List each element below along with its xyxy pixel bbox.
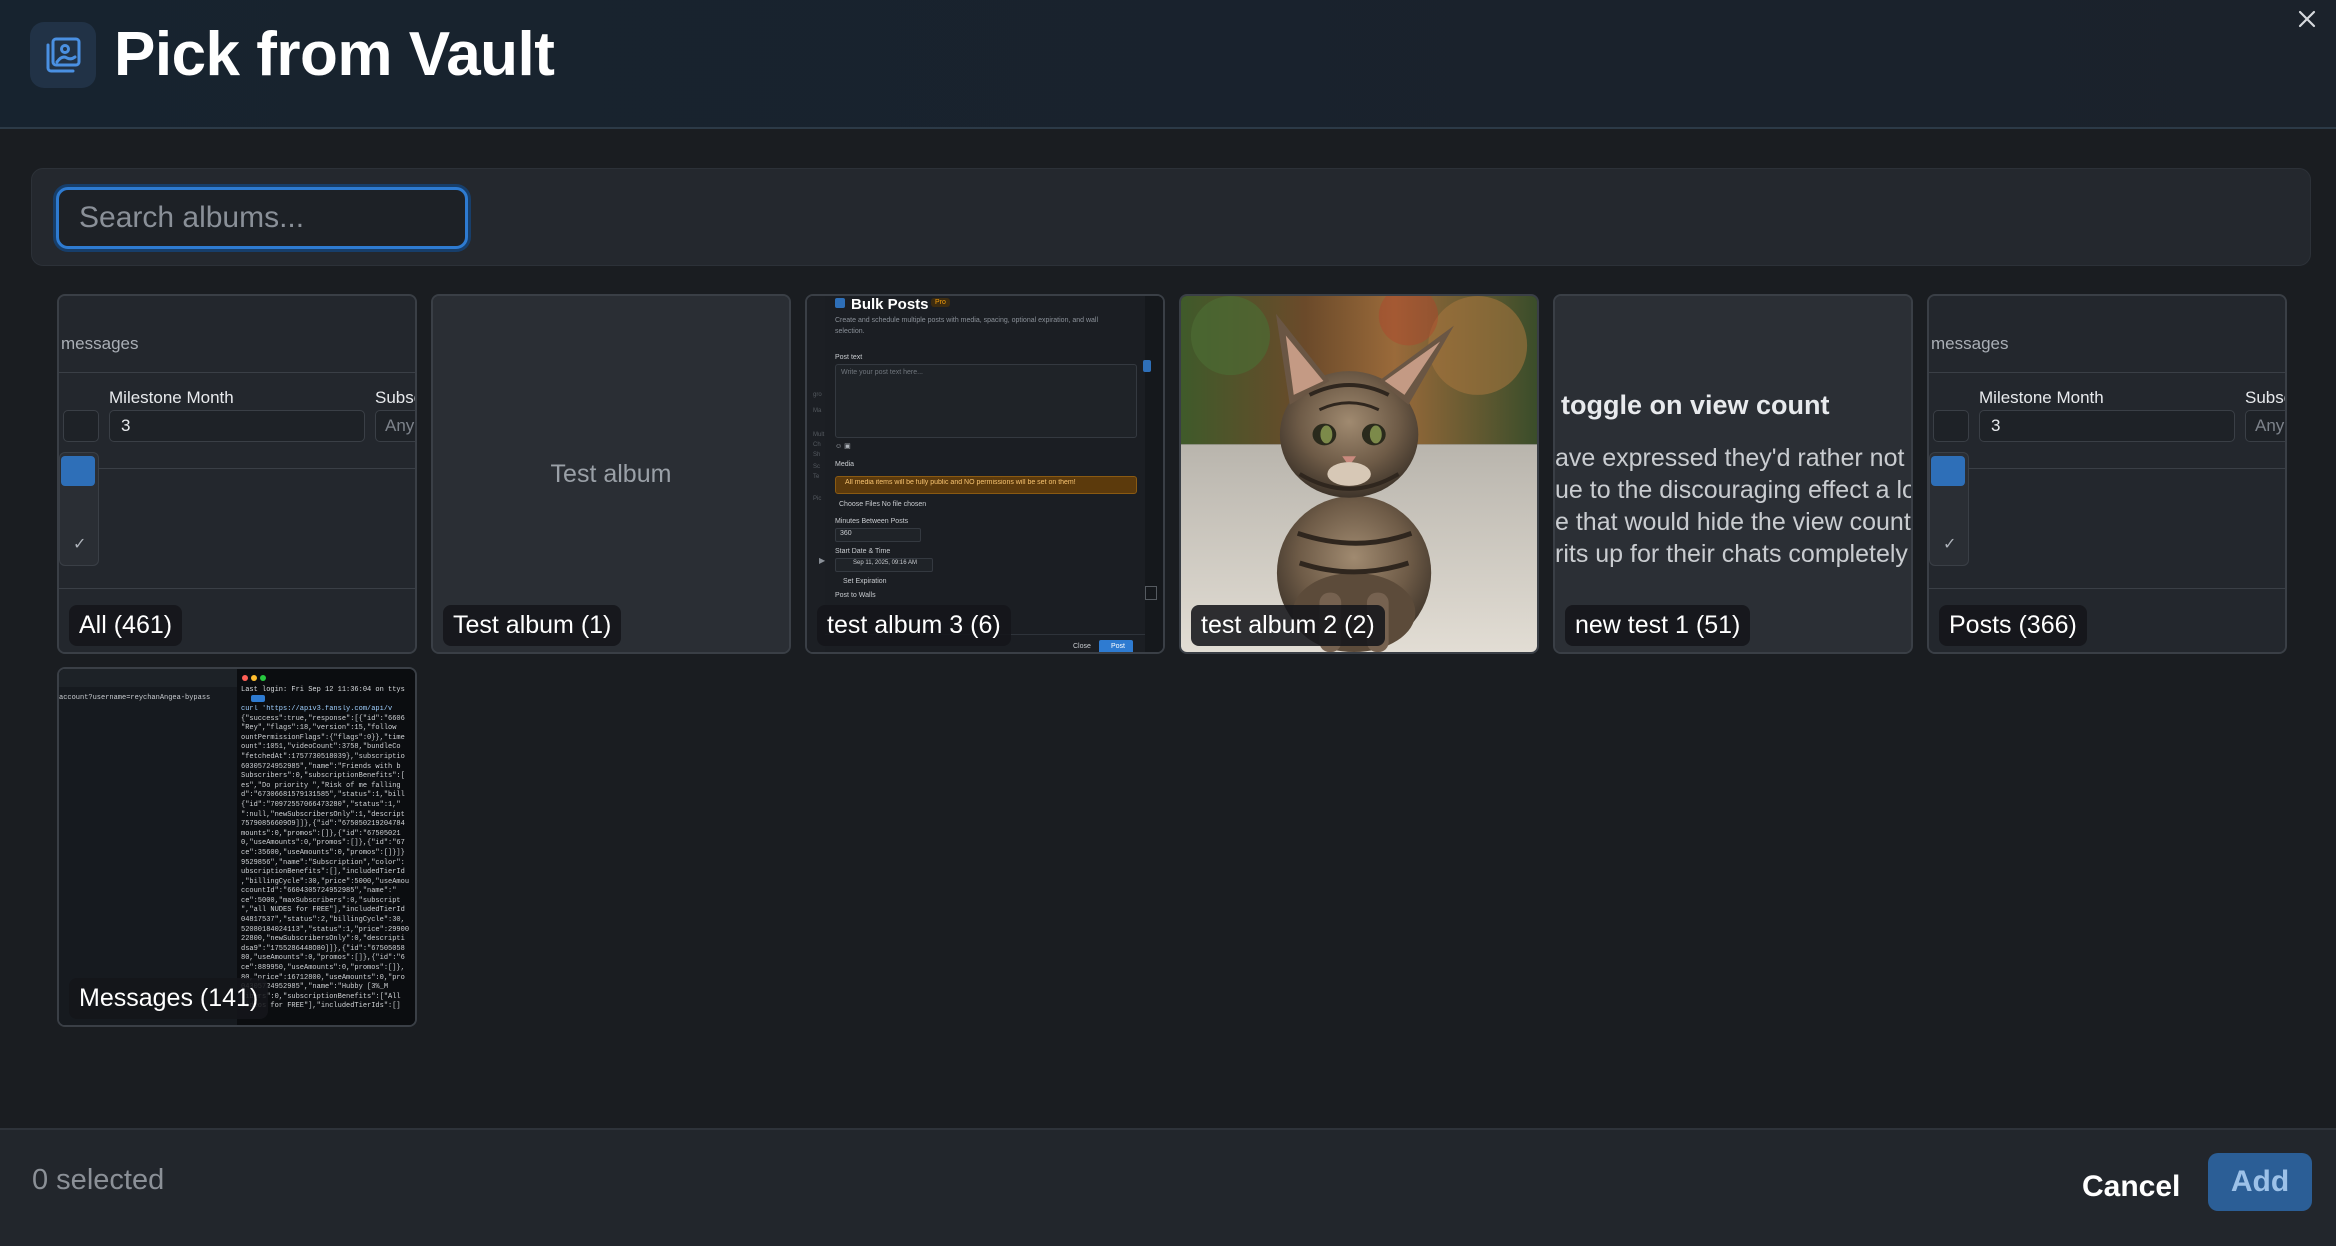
- album-tile-test-album[interactable]: Test album Test album (1): [431, 294, 791, 654]
- album-label: Posts (366): [1939, 605, 2087, 646]
- close-icon[interactable]: [2292, 4, 2322, 34]
- cancel-button[interactable]: Cancel: [2070, 1158, 2192, 1216]
- album-tile-test-album-2[interactable]: test album 2 (2): [1179, 294, 1539, 654]
- terminal-line: ce":889950,"useAmounts":0,"promos":[]},: [241, 964, 405, 973]
- terminal-line: 04817537","status":2,"billingCycle":30,: [241, 916, 405, 925]
- terminal-line: 80,"price":16712800,"useAmounts":0,"pro: [241, 973, 405, 982]
- preview-placeholder-text: Test album: [550, 460, 672, 488]
- preview-description: Create and schedule multiple posts with …: [835, 317, 1099, 335]
- terminal-line: ountPermissionFlags":{"flags":0}},"time: [241, 733, 405, 742]
- dialog-header: Pick from Vault: [0, 0, 2336, 129]
- album-label: test album 3 (6): [817, 605, 1011, 646]
- preview-walls-label: Post to Walls: [835, 592, 876, 599]
- terminal-line: 9529856","name":"Subscription","color":: [241, 858, 405, 867]
- preview-login-line: Last login: Fri Sep 12 11:36:04 on ttys: [241, 686, 405, 694]
- terminal-line: "fetchedAt":1757730518039},"subscriptio: [241, 752, 405, 761]
- terminal-line: 80,"useAmounts":0,"promos":[]},{"id":"6: [241, 954, 405, 963]
- album-label: new test 1 (51): [1565, 605, 1751, 646]
- terminal-line: Subscribers":0,"subscriptionBenefits":[: [241, 772, 405, 781]
- kitten-photo: [1181, 296, 1537, 652]
- preview-choose-files: Choose Files No file chosen: [839, 501, 927, 508]
- album-label: Test album (1): [443, 605, 622, 646]
- preview-heading: toggle on view count: [1561, 390, 1830, 420]
- terminal-line: ,"billingCycle":30,"price":5000,"useAmou: [241, 877, 410, 886]
- album-preview: account?username=reychanAngea-bypass Las…: [59, 669, 415, 1025]
- album-tile-all[interactable]: messages Milestone Month Subsc 3 Any ✓ A…: [57, 294, 417, 654]
- preview-line: rits up for their chats completely: [1555, 540, 1908, 568]
- album-preview: messages Milestone Month Subsc 3 Any ✓: [59, 296, 415, 652]
- search-input[interactable]: [56, 187, 468, 249]
- terminal-line: {"success":true,"response":[{"id":"6606: [241, 714, 405, 723]
- preview-post-label: Post: [1111, 643, 1126, 650]
- terminal-line: ccountId":"6604305724952985","name":": [241, 887, 397, 896]
- terminal-line: ubscriptionBenefits":[],"includedTierId: [241, 868, 405, 877]
- add-button[interactable]: Add: [2208, 1153, 2312, 1211]
- preview-section-text: messages: [1931, 334, 2009, 353]
- terminal-line: mounts":0,"promos":[]},{"id":"67505021: [241, 829, 401, 838]
- preview-line: ave expressed they'd rather not b: [1555, 444, 1913, 472]
- album-label: test album 2 (2): [1191, 605, 1385, 646]
- terminal-line: dsa9":"1755286448O80]]},{"id":"67505058: [241, 944, 405, 953]
- terminal-line: 52080184024113","status":1,"price":29900: [241, 925, 410, 934]
- album-preview: Bulk Posts Pro Create and schedule multi…: [807, 296, 1163, 652]
- album-tile-messages[interactable]: account?username=reychanAngea-bypass Las…: [57, 667, 417, 1027]
- dialog-title: Pick from Vault: [114, 20, 555, 89]
- preview-field-label: Milestone Month: [1979, 388, 2104, 407]
- album-label: All (461): [69, 605, 183, 646]
- terminal-line: es","Do priority ","Risk of me falling: [241, 781, 401, 790]
- preview-close-label: Close: [1073, 643, 1091, 650]
- album-preview: messages Milestone Month Subsc 3 Any ✓: [1929, 296, 2285, 652]
- preview-next-field-label: Subsc: [375, 388, 415, 407]
- search-panel: [31, 168, 2311, 266]
- terminal-line: d":"67306681579131585","status":1,"bill: [241, 791, 405, 800]
- terminal-line: ce":5000,"maxSubscribers":0,"subscript: [241, 896, 401, 905]
- album-tile-posts[interactable]: messages Milestone Month Subsc 3 Any ✓ P…: [1927, 294, 2287, 654]
- album-preview: toggle on view count ave expressed they'…: [1555, 296, 1911, 652]
- preview-post-text-label: Post text: [835, 354, 863, 361]
- preview-next-field-label: Subsc: [2245, 388, 2285, 407]
- selected-count: 0 selected: [32, 1164, 165, 1196]
- photo-album-icon: [46, 37, 81, 73]
- terminal-line: curl 'https://apiv3.fansly.com/api/v: [241, 705, 393, 713]
- preview-media-label: Media: [835, 461, 855, 468]
- terminal-output: curl 'https://apiv3.fansly.com/api/v {"su…: [241, 705, 415, 1012]
- preview-minutes-label: Minutes Between Posts: [835, 518, 909, 525]
- terminal-line: 75790856609O9]]},{"id":"675050219204784: [241, 820, 405, 829]
- preview-start-value: Sep 11, 2025, 09:16 AM: [853, 560, 917, 566]
- terminal-line: ":null,"newSubscribersOnly":1,"descript: [241, 810, 405, 819]
- preview-next-field-value: Any: [385, 416, 415, 435]
- preview-post-text-placeholder: Write your post text here...: [841, 369, 923, 376]
- terminal-line: ","all NUDES for FREE"],"includedTierId: [241, 906, 405, 915]
- preview-minutes-value: 360: [840, 530, 852, 537]
- preview-url-line: account?username=reychanAngea-bypass: [59, 694, 211, 702]
- preview-field-value: 3: [121, 416, 131, 435]
- album-label: Messages (141): [69, 978, 269, 1019]
- terminal-line: ce":35600,"useAmounts":0,"promos":[]}]}: [241, 848, 405, 857]
- terminal-line: 60305724952985","name":"Friends with b: [241, 762, 401, 771]
- preview-start-label: Start Date & Time: [835, 548, 891, 555]
- preview-field-label: Milestone Month: [109, 388, 234, 407]
- terminal-line: ount":1051,"videoCount":3758,"bundleCo: [241, 743, 401, 752]
- album-tile-new-test-1[interactable]: toggle on view count ave expressed they'…: [1553, 294, 1913, 654]
- terminal-line: 0,"useAmounts":0,"promos":[]},{"id":"67: [241, 839, 405, 848]
- terminal-line: "Rey","flags":18,"version":15,"follow: [241, 724, 397, 733]
- terminal-line: {"id":"70972557066473280","status":1,": [241, 800, 401, 809]
- dialog-footer: 0 selected Cancel Add: [0, 1128, 2336, 1246]
- vault-logo-tile: [30, 22, 96, 88]
- terminal-line: 22800,"newSubscribersOnly":0,"descripti: [241, 935, 405, 944]
- preview-line: e that would hide the view count v: [1555, 508, 1913, 536]
- preview-badge: Pro: [931, 298, 950, 307]
- album-tile-test-album-3[interactable]: Bulk Posts Pro Create and schedule multi…: [805, 294, 1165, 654]
- preview-line: ue to the discouraging effect a lov: [1555, 476, 1913, 504]
- preview-heading: Bulk Posts: [851, 296, 929, 313]
- preview-expiration-label: Set Expiration: [843, 578, 887, 585]
- preview-field-value: 3: [1991, 416, 2001, 435]
- preview-section-text: messages: [61, 334, 139, 353]
- preview-next-field-value: Any: [2255, 416, 2285, 435]
- album-preview: Test album: [433, 296, 789, 652]
- preview-warning: All media items will be fully public and…: [845, 479, 1076, 486]
